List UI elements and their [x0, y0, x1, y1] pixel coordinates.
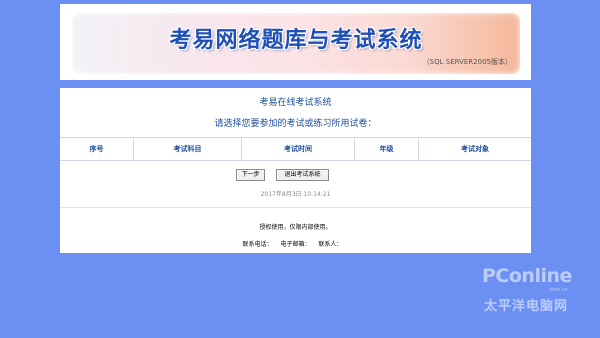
banner-subtitle: （SQL SERVER2005版本） — [422, 58, 512, 66]
contact-info: 联系电话： 电子邮箱： 联系人： — [60, 239, 531, 248]
column-header-target: 考试对象 — [461, 145, 489, 153]
banner-title: 考易网络题库与考试系统 — [169, 28, 423, 53]
watermark: PConline .com.cn 太平洋电脑网 — [474, 265, 590, 325]
watermark-url: .com.cn — [548, 287, 568, 293]
column-header-time: 考试时间 — [242, 138, 355, 160]
main-panel: 考易在线考试系统 请选择您要参加的考试或练习所用试卷： 序号 考试科目 考试时间… — [60, 88, 531, 253]
exit-button[interactable]: 退出考试系统 — [276, 169, 329, 181]
banner: 考易网络题库与考试系统 （SQL SERVER2005版本） — [72, 13, 520, 74]
watermark-chinese: 太平洋电脑网 — [484, 299, 569, 314]
column-header-subject: 考试科目 — [134, 138, 242, 160]
column-header-number: 序号 — [60, 138, 134, 160]
contact-email-label: 电子邮箱： — [280, 241, 311, 248]
watermark-logo: PConline — [482, 265, 572, 287]
license-notice: 授权使用，仅限内部使用。 — [259, 224, 332, 231]
contact-phone-label: 联系电话： — [242, 241, 273, 248]
next-button[interactable]: 下一步 — [236, 169, 265, 181]
current-datetime: 2017年8月3日 10:14:21 — [260, 191, 331, 198]
column-header-grade: 年级 — [355, 138, 419, 160]
divider — [60, 207, 531, 208]
contact-person-label: 联系人： — [318, 241, 343, 248]
header-panel: 考易网络题库与考试系统 （SQL SERVER2005版本） — [60, 4, 531, 80]
exam-table-header: 序号 考试科目 考试时间 年级 考试对象 — [60, 137, 531, 161]
page-instruction: 请选择您要参加的考试或练习所用试卷： — [214, 119, 377, 129]
page-title: 考易在线考试系统 — [259, 98, 332, 108]
